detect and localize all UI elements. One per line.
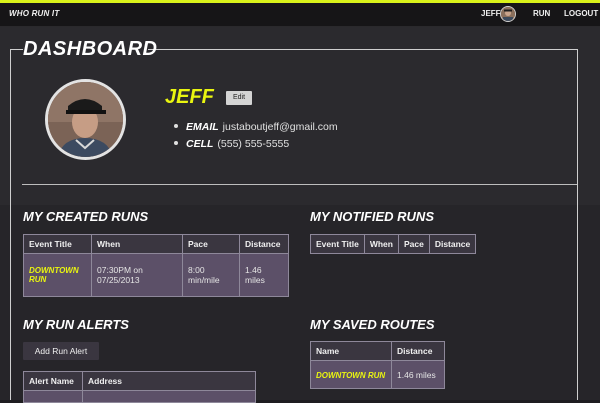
- cell-row: CELL (555) 555-5555: [174, 138, 338, 155]
- contact-info-list: EMAIL justaboutjeff@gmail.com CELL (555) 5…: [174, 121, 338, 155]
- edit-profile-button[interactable]: Edit: [226, 91, 252, 105]
- profile-name: JEFF: [165, 86, 214, 108]
- nav-logout-link[interactable]: LOGOUT: [564, 9, 598, 18]
- column-header[interactable]: Event Title: [23, 234, 92, 254]
- distance-value: 1.46: [245, 265, 262, 275]
- email-value: justaboutjeff@gmail.com: [222, 121, 338, 133]
- column-header[interactable]: Address: [82, 371, 256, 391]
- route-name-cell[interactable]: DOWNTOWN RUN: [310, 360, 392, 389]
- pace-value: 8:00: [188, 265, 205, 275]
- nav-run-link[interactable]: RUN: [533, 9, 550, 18]
- bullet-icon: [174, 124, 178, 129]
- pace-value: min/mile: [188, 275, 220, 285]
- bullet-icon: [174, 141, 178, 146]
- when-value: 07/25/2013: [97, 275, 140, 285]
- run-link[interactable]: DOWNTOWN: [29, 266, 86, 275]
- run-link[interactable]: RUN: [29, 275, 86, 284]
- column-header[interactable]: Distance: [428, 234, 477, 254]
- when-value: 07:30PM on: [97, 265, 143, 275]
- distance-value: miles: [245, 275, 265, 285]
- run-alerts-title: MY RUN ALERTS: [23, 317, 129, 332]
- saved-routes-title: MY SAVED ROUTES: [310, 317, 435, 332]
- nav-avatar[interactable]: [500, 6, 516, 22]
- column-header[interactable]: When: [363, 234, 399, 254]
- route-distance-cell: 1.46 miles: [391, 360, 445, 389]
- frame-border: [148, 49, 577, 50]
- section-divider: [22, 184, 577, 185]
- table-row[interactable]: [23, 390, 256, 403]
- cell-value: (555) 555-5555: [217, 138, 290, 150]
- notified-runs-title: MY NOTIFIED RUNS: [310, 209, 434, 224]
- notified-runs-table: Event Title When Pace Distance: [310, 234, 477, 254]
- route-link[interactable]: DOWNTOWN RUN: [316, 371, 385, 380]
- created-runs-title: MY CREATED RUNS: [23, 209, 149, 224]
- column-header[interactable]: Event Title: [310, 234, 365, 254]
- column-header[interactable]: Distance: [239, 234, 289, 254]
- profile-photo-icon: [48, 82, 123, 157]
- column-header[interactable]: Name: [310, 341, 392, 361]
- pace-cell: 8:00 min/mile: [182, 253, 240, 297]
- brand-logo[interactable]: WHO RUN IT: [9, 9, 59, 18]
- distance-cell: 1.46 miles: [239, 253, 289, 297]
- table-row[interactable]: DOWNTOWN RUN 07:30PM on 07/25/2013 8:00 …: [23, 253, 289, 297]
- created-runs-table: Event Title When Pace Distance DOWNTOWN …: [23, 234, 289, 297]
- column-header[interactable]: Distance: [391, 341, 445, 361]
- table-cell: [82, 390, 256, 403]
- cell-label: CELL: [186, 138, 214, 150]
- frame-border: [577, 49, 578, 400]
- email-label: EMAIL: [186, 121, 219, 133]
- column-header[interactable]: Alert Name: [23, 371, 83, 391]
- frame-border: [10, 49, 23, 50]
- profile-avatar: [45, 79, 126, 160]
- column-header[interactable]: Pace: [182, 234, 240, 254]
- table-row[interactable]: DOWNTOWN RUN 1.46 miles: [310, 360, 445, 389]
- column-header[interactable]: Pace: [397, 234, 430, 254]
- frame-border: [10, 49, 11, 400]
- nav-user-link[interactable]: JEFF: [481, 9, 501, 18]
- run-alerts-table: Alert Name Address: [23, 371, 256, 403]
- add-run-alert-button[interactable]: Add Run Alert: [23, 342, 99, 360]
- page-title: DASHBOARD: [23, 38, 158, 60]
- event-title-cell[interactable]: DOWNTOWN RUN: [23, 253, 92, 297]
- top-navbar: WHO RUN IT JEFF RUN LOGOUT: [0, 3, 600, 27]
- saved-routes-table: Name Distance DOWNTOWN RUN 1.46 miles: [310, 341, 445, 389]
- user-photo-icon: [501, 7, 515, 21]
- column-header[interactable]: When: [91, 234, 183, 254]
- when-cell: 07:30PM on 07/25/2013: [91, 253, 183, 297]
- email-row: EMAIL justaboutjeff@gmail.com: [174, 121, 338, 138]
- table-cell: [23, 390, 83, 403]
